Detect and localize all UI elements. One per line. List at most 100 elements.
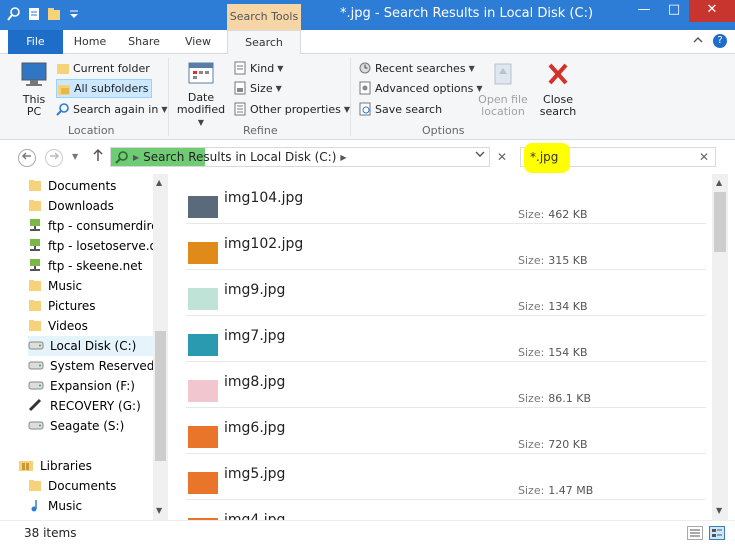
nav-item[interactable]: Music (28, 276, 153, 296)
image-thumbnail (188, 196, 218, 218)
close-search-button[interactable]: Close search (537, 60, 579, 118)
tab-share[interactable]: Share (118, 30, 170, 54)
tab-search[interactable]: Search (227, 30, 301, 55)
computer-icon (21, 62, 47, 86)
content-view-icon[interactable] (709, 526, 725, 540)
nav-item[interactable]: RECOVERY (G:) (28, 396, 153, 416)
nav-item-label: Seagate (S:) (50, 419, 125, 433)
search-icon[interactable] (6, 6, 22, 22)
nav-item-label: ftp - losetoserve.or (48, 239, 153, 253)
drive-icon (28, 358, 44, 375)
recent-searches-icon (359, 62, 371, 74)
forward-button[interactable] (45, 149, 63, 167)
network-icon (28, 218, 42, 235)
minimize-button[interactable]: — (629, 0, 659, 22)
folder-tree-icon (58, 84, 70, 95)
navigation-pane: Documents Downloads ftp - consumerdire ftp … (0, 174, 170, 520)
nav-item[interactable]: Local Disk (C:) (28, 336, 153, 356)
scroll-down-icon[interactable]: ▼ (716, 506, 722, 515)
ribbon-controls: ? (693, 34, 727, 48)
nav-item[interactable]: Pictures (28, 296, 153, 316)
file-item[interactable]: img8.jpg Size: 86.1 KB (186, 362, 706, 408)
search-icon (56, 103, 69, 116)
refine-group-label: Refine (243, 124, 278, 137)
content-scroll-thumb[interactable] (714, 192, 726, 252)
nav-item-label: System Reserved (D (50, 359, 153, 373)
this-pc-button[interactable]: This PC (18, 60, 50, 118)
nav-item[interactable]: Downloads (28, 196, 153, 216)
expand-ribbon-icon[interactable] (693, 36, 703, 47)
file-item[interactable]: img6.jpg Size: 720 KB (186, 408, 706, 454)
maximize-button[interactable]: □ (659, 0, 689, 22)
search-again-in-label: Search again in (73, 102, 159, 116)
back-button[interactable] (18, 149, 36, 167)
nav-item[interactable]: Documents (28, 476, 153, 496)
file-item[interactable]: img4.jpg (186, 500, 706, 520)
usb-icon (28, 398, 44, 415)
file-item[interactable]: img102.jpg Size: 315 KB (186, 224, 706, 270)
image-thumbnail (188, 334, 218, 356)
kind-button[interactable]: Kind ▼ (233, 59, 283, 77)
nav-item[interactable]: ftp - losetoserve.or (28, 236, 153, 256)
scroll-up-icon[interactable]: ▲ (716, 178, 722, 187)
nav-item[interactable]: Seagate (S:) (28, 416, 153, 436)
nav-scrollbar[interactable]: ▲ ▼ (153, 174, 168, 520)
file-size: Size: 720 KB (518, 438, 588, 451)
file-size: Size: 154 KB (518, 346, 588, 359)
scroll-up-icon[interactable]: ▲ (156, 178, 162, 187)
address-row: ▼ ▶ Search Results in Local Disk (C:) ▶ … (0, 140, 735, 174)
help-icon[interactable]: ? (713, 34, 727, 48)
clear-search-icon[interactable]: ✕ (699, 150, 709, 164)
nav-item[interactable]: Documents (28, 176, 153, 196)
nav-item[interactable]: ftp - consumerdire (28, 216, 153, 236)
file-item[interactable]: img5.jpg Size: 1.47 MB (186, 454, 706, 500)
clear-address-button[interactable]: ✕ (494, 150, 510, 164)
nav-item[interactable]: Videos (28, 316, 153, 336)
size-button[interactable]: Size ▼ (233, 79, 282, 97)
breadcrumb-separator-icon: ▶ (340, 152, 347, 162)
nav-item[interactable]: Music (28, 496, 153, 516)
tab-home[interactable]: Home (64, 30, 116, 54)
nav-item-label: Expansion (F:) (50, 379, 135, 393)
date-modified-button[interactable]: Date modified ▼ (174, 60, 228, 129)
file-name: img5.jpg (224, 466, 286, 482)
nav-scroll-thumb[interactable] (155, 331, 166, 461)
customize-toolbar-icon[interactable] (66, 6, 82, 22)
properties-icon[interactable] (26, 6, 42, 22)
tab-view[interactable]: View (172, 30, 224, 54)
address-dropdown-icon[interactable] (475, 150, 485, 161)
nav-item[interactable]: ftp - skeene.net (28, 256, 153, 276)
file-item[interactable]: img9.jpg Size: 134 KB (186, 270, 706, 316)
folder-icon (28, 318, 42, 335)
nav-item[interactable]: Expansion (F:) (28, 376, 153, 396)
open-file-location-button[interactable]: Open file location (478, 60, 528, 118)
other-properties-button[interactable]: Other properties ▼ (233, 100, 350, 118)
search-input[interactable] (530, 150, 670, 164)
current-folder-button[interactable]: Current folder (56, 59, 150, 77)
search-box[interactable]: ✕ (520, 143, 716, 173)
search-again-in-button[interactable]: Search again in ▼ (56, 100, 167, 118)
recent-locations-caret-icon[interactable]: ▼ (72, 152, 78, 161)
scroll-down-icon[interactable]: ▼ (156, 506, 162, 515)
file-size: Size: 1.47 MB (518, 484, 593, 497)
tab-file[interactable]: File (8, 30, 63, 54)
file-item[interactable]: img7.jpg Size: 154 KB (186, 316, 706, 362)
music-icon (28, 498, 42, 515)
all-subfolders-button[interactable]: All subfolders (56, 79, 153, 98)
details-view-icon[interactable] (687, 526, 703, 540)
recent-searches-button[interactable]: Recent searches ▼ (358, 59, 475, 77)
file-item[interactable]: img104.jpg Size: 462 KB (186, 178, 706, 224)
close-button[interactable]: ✕ (689, 0, 735, 22)
nav-item-label: Music (48, 499, 83, 513)
address-bar[interactable]: ▶ Search Results in Local Disk (C:) ▶ (110, 147, 490, 167)
save-search-button[interactable]: Save search (358, 100, 442, 118)
up-button[interactable] (92, 148, 104, 166)
nav-item[interactable]: System Reserved (D (28, 356, 153, 376)
nav-item-label: ftp - consumerdire (48, 219, 153, 233)
new-folder-icon[interactable] (46, 6, 62, 22)
item-count: 38 items (24, 526, 77, 540)
content-scrollbar[interactable]: ▲ ▼ (712, 174, 728, 520)
advanced-options-button[interactable]: Advanced options ▼ (358, 79, 483, 97)
address-path[interactable]: Search Results in Local Disk (C:) (143, 150, 336, 164)
nav-item[interactable]: Libraries (18, 456, 153, 476)
